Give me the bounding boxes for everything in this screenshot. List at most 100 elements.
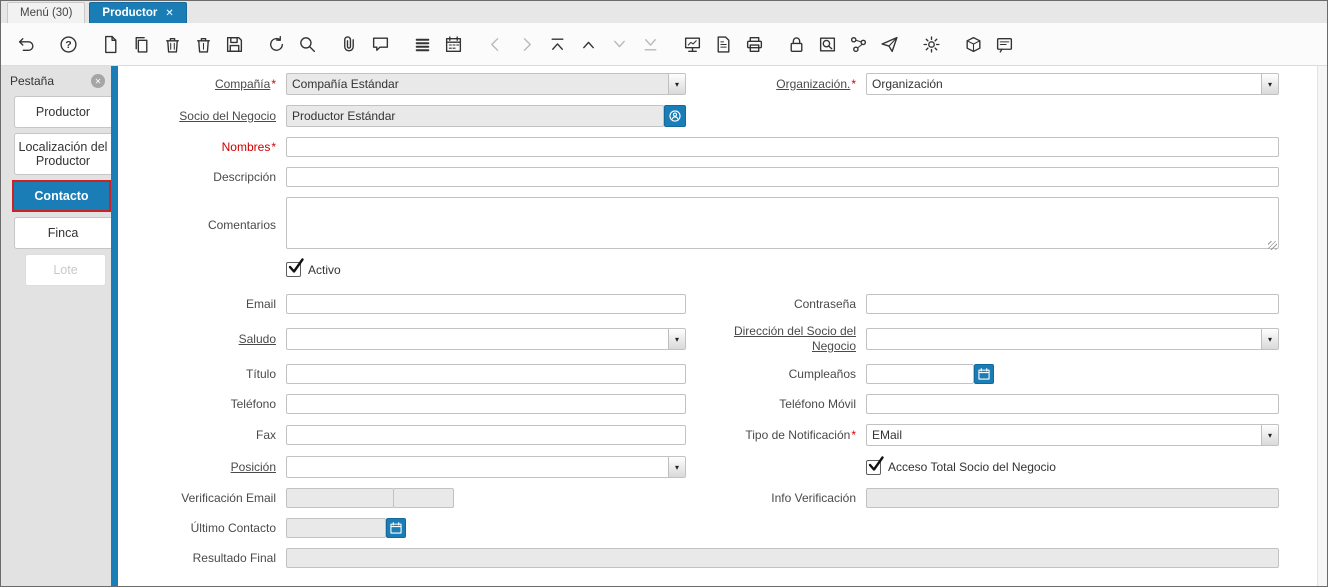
activo-label: Activo (308, 262, 341, 277)
request-icon[interactable] (876, 31, 902, 57)
row-resultado-final: Resultado Final (118, 548, 1279, 568)
help-icon[interactable]: ? (55, 31, 81, 57)
direccion-socio-select[interactable]: ▾ (866, 328, 1279, 350)
field-label-compania[interactable]: Compañía* (118, 77, 276, 92)
row-email-contrasena: Email Contraseña (118, 294, 1279, 314)
row-descripcion: Descripción (118, 167, 1279, 187)
preference-icon[interactable] (918, 31, 944, 57)
sidebar-tab-contacto[interactable]: Contacto (12, 180, 111, 212)
sidebar-tab-localizacion-del-productor[interactable]: Localización del Productor (14, 133, 111, 175)
sidebar-tab-label: Finca (47, 226, 79, 240)
comentarios-textarea[interactable] (286, 197, 1279, 249)
titulo-input[interactable] (286, 364, 686, 384)
compania-select[interactable]: Compañía Estándar ▾ (286, 73, 686, 95)
field-label-posicion[interactable]: Posición (118, 460, 276, 475)
contrasena-input[interactable] (866, 294, 1279, 314)
acceso-total-checkbox[interactable] (866, 455, 884, 475)
nav-right-icon[interactable] (513, 31, 539, 57)
save-icon[interactable] (221, 31, 247, 57)
private-lock-icon[interactable] (783, 31, 809, 57)
grid-toggle-icon[interactable] (409, 31, 435, 57)
tab-menu[interactable]: Menú (30) (7, 2, 86, 23)
vertical-scrollbar[interactable] (1317, 66, 1327, 586)
sidebar-tab-label: Localización del Productor (18, 140, 108, 168)
chevron-down-icon[interactable]: ▾ (1261, 329, 1278, 349)
delete-selection-icon[interactable] (190, 31, 216, 57)
report-view-icon[interactable] (679, 31, 705, 57)
row-activo: Activo (118, 258, 1267, 277)
copy-record-icon[interactable] (128, 31, 154, 57)
email-input[interactable] (286, 294, 686, 314)
telefono-movil-input[interactable] (866, 394, 1279, 414)
field-label-contrasena: Contraseña (793, 296, 856, 311)
archive-icon[interactable] (710, 31, 736, 57)
row-compania-organizacion: Compañía* Compañía Estándar ▾ Organizaci… (118, 73, 1279, 95)
last-record-icon[interactable] (637, 31, 663, 57)
tab-productor[interactable]: Productor ✕ (89, 2, 187, 23)
collapse-sidebar-icon[interactable]: ✕ (91, 74, 105, 88)
field-label-saludo[interactable]: Saludo (118, 332, 276, 347)
saludo-value (287, 329, 668, 349)
descripcion-input[interactable] (286, 167, 1279, 187)
calendar-icon[interactable] (440, 31, 466, 57)
cumpleanos-input[interactable] (866, 364, 974, 384)
row-nombres: Nombres* (118, 137, 1279, 157)
sidebar-tab-label: Productor (35, 105, 91, 119)
attachment-icon[interactable] (336, 31, 362, 57)
telefono-input[interactable] (286, 394, 686, 414)
row-titulo-cumpleanos: Título Cumpleaños (118, 364, 1267, 384)
row-posicion-acceso: Posición ▾ Acceso Total Socio del Negoci… (118, 455, 1267, 478)
field-label-organizacion[interactable]: Organización.* (696, 77, 856, 92)
tab-productor-label: Productor (102, 7, 158, 19)
zoom-across-icon[interactable] (814, 31, 840, 57)
row-saludo-direccion: Saludo ▾ Dirección del Socio del Negocio… (118, 324, 1279, 354)
product-info-icon[interactable] (960, 31, 986, 57)
calendar-icon[interactable] (974, 364, 994, 384)
calendar-icon[interactable] (386, 518, 406, 538)
workflow-icon[interactable] (845, 31, 871, 57)
chat-icon[interactable] (367, 31, 393, 57)
chevron-down-icon[interactable]: ▾ (1261, 74, 1278, 94)
tipo-notificacion-value: EMail (872, 428, 903, 442)
sidebar-tab-productor[interactable]: Productor (14, 96, 111, 128)
print-icon[interactable] (741, 31, 767, 57)
chevron-down-icon[interactable]: ▾ (668, 74, 685, 94)
next-record-icon[interactable] (606, 31, 632, 57)
new-record-icon[interactable] (97, 31, 123, 57)
previous-record-icon[interactable] (575, 31, 601, 57)
field-label-socio-negocio[interactable]: Socio del Negocio (118, 109, 276, 124)
field-label-direccion-socio[interactable]: Dirección del Socio del Negocio (696, 324, 856, 354)
posicion-value (287, 457, 668, 477)
activo-checkbox[interactable] (286, 258, 304, 277)
tab-menu-label: Menú (30) (20, 7, 73, 19)
chevron-down-icon[interactable]: ▾ (1261, 425, 1278, 445)
sidebar-tab-lote[interactable]: Lote (25, 254, 106, 286)
undo-icon[interactable] (13, 31, 39, 57)
direccion-socio-value (867, 329, 1261, 349)
organizacion-select[interactable]: Organización ▾ (866, 73, 1279, 95)
chevron-down-icon[interactable]: ▾ (668, 457, 685, 477)
verificacion-email-fields (286, 488, 686, 508)
sidebar-tab-finca[interactable]: Finca (14, 217, 111, 249)
find-icon[interactable] (294, 31, 320, 57)
field-label-cumpleanos: Cumpleaños (788, 366, 856, 381)
verificacion-email-input-2 (393, 488, 454, 508)
tipo-notificacion-select[interactable]: EMail ▾ (866, 424, 1279, 446)
chevron-down-icon[interactable]: ▾ (668, 329, 685, 349)
log-icon[interactable] (991, 31, 1017, 57)
close-tab-icon[interactable]: ✕ (165, 8, 173, 19)
nombres-input[interactable] (286, 137, 1279, 157)
requery-icon[interactable] (263, 31, 289, 57)
saludo-select[interactable]: ▾ (286, 328, 686, 350)
fax-input[interactable] (286, 425, 686, 445)
info-verificacion-input (866, 488, 1279, 508)
delete-record-icon[interactable] (159, 31, 185, 57)
field-label-nombres: Nombres* (221, 139, 276, 154)
tab-sidebar: Pestaña ✕ Productor Localización del Prod… (1, 66, 111, 586)
first-record-icon[interactable] (544, 31, 570, 57)
nav-left-icon[interactable] (482, 31, 508, 57)
business-partner-info-icon[interactable] (664, 105, 686, 127)
row-comentarios: Comentarios (118, 197, 1279, 254)
row-socio-negocio: Socio del Negocio (118, 105, 1267, 127)
posicion-select[interactable]: ▾ (286, 456, 686, 478)
